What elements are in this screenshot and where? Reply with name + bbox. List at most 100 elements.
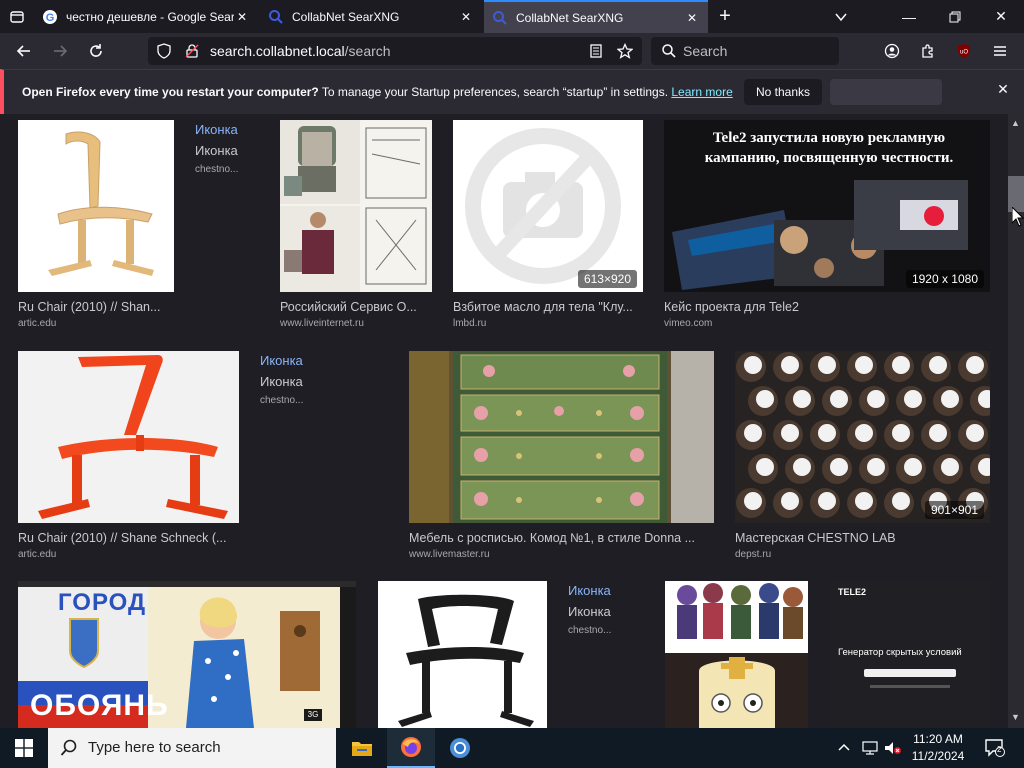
result-caption[interactable]: Ru Chair (2010) // Shan... (18, 300, 258, 314)
star-icon[interactable] (617, 43, 633, 59)
tab-close-icon[interactable]: ✕ (458, 10, 474, 24)
lock-icon (185, 44, 199, 58)
thumbnail-headline: Tele2 запустила новую рекламную кампанию… (704, 130, 954, 166)
tab-collabnet-searxng-2[interactable]: CollabNet SearXNG ✕ (484, 0, 708, 33)
result-caption[interactable]: Взбитое масло для тела "Клу... (453, 300, 643, 314)
result-thumbnail[interactable] (280, 120, 432, 292)
firefox-taskbar-button[interactable] (387, 728, 435, 768)
result-card[interactable]: 613×920 Взбитое масло для тела "Клу... l… (453, 120, 643, 330)
result-badge[interactable]: Иконка (568, 583, 611, 598)
result-thumbnail[interactable]: Tele2 запустила новую рекламную кампанию… (664, 120, 990, 292)
thumbnail-line (870, 685, 950, 688)
account-icon (884, 43, 900, 59)
result-caption[interactable]: Мебель с росписью. Комод №1, в стиле Don… (409, 531, 714, 545)
result-caption[interactable]: Ru Chair (2010) // Shane Schneck (... (18, 531, 258, 545)
windows-taskbar: Type here to search 11:20 AM 11/2/2024 2 (0, 728, 1024, 768)
result-card[interactable]: 901×901 Мастерская CHESTNO LAB depst.ru (735, 351, 990, 561)
network-icon (862, 741, 878, 755)
start-button[interactable] (0, 728, 48, 768)
reader-mode-icon[interactable] (588, 43, 604, 59)
new-tab-button[interactable]: + (712, 0, 738, 33)
result-caption[interactable]: Кейс проекта для Tele2 (664, 300, 990, 314)
scroll-down-icon[interactable]: ▼ (1011, 712, 1020, 722)
result-caption[interactable]: Мастерская CHESTNO LAB (735, 531, 990, 545)
result-thumbnail[interactable] (18, 120, 174, 292)
network-button[interactable] (862, 728, 880, 768)
result-card[interactable]: Мебель с росписью. Комод №1, в стиле Don… (409, 351, 714, 561)
result-thumbnail[interactable] (665, 581, 808, 728)
url-text[interactable]: search.collabnet.local/search (210, 43, 391, 59)
forward-button[interactable] (46, 37, 74, 65)
notification-count: 2 (997, 745, 1002, 754)
result-thumbnail[interactable]: 901×901 (735, 351, 990, 523)
result-badge-source: chestno... (568, 625, 612, 636)
result-thumbnail[interactable]: ГОРОД ОБОЯНЬ 3G (18, 581, 356, 728)
result-source: lmbd.ru (453, 318, 487, 329)
close-icon: ✕ (995, 8, 1007, 24)
account-button[interactable] (878, 37, 906, 65)
result-badge[interactable]: Иконка (195, 122, 238, 137)
result-card[interactable]: TELE2 Генератор скрытых условий (830, 581, 990, 728)
navigation-toolbar: search.collabnet.local/search Search uO (0, 33, 1024, 69)
result-thumbnail[interactable] (409, 351, 714, 523)
tab-close-icon[interactable]: ✕ (684, 11, 700, 25)
result-card[interactable] (665, 581, 808, 728)
tab-google-search[interactable]: G честно дешевле - Google Search ✕ (34, 0, 258, 33)
puzzle-icon (922, 44, 933, 58)
volume-button[interactable] (884, 728, 904, 768)
poster-3g-badge: 3G (307, 710, 319, 719)
svg-text:G: G (46, 12, 55, 24)
folder-icon (352, 742, 372, 756)
restore-button[interactable] (932, 0, 978, 33)
result-card[interactable]: Российский Сервис О... www.liveinternet.… (280, 120, 432, 330)
action-center-button[interactable]: 2 (980, 728, 1010, 768)
result-caption[interactable]: Российский Сервис О... (280, 300, 432, 314)
result-badge[interactable]: Иконка (260, 353, 303, 368)
taskbar-search-box[interactable]: Type here to search (48, 728, 336, 768)
result-thumbnail[interactable] (378, 581, 547, 728)
taskbar-search-placeholder: Type here to search (88, 739, 221, 756)
url-path: /search (344, 43, 391, 59)
tab-overview-button[interactable] (4, 0, 30, 33)
result-thumbnail[interactable]: 613×920 (453, 120, 643, 292)
result-card[interactable]: Tele2 запустила новую рекламную кампанию… (664, 120, 990, 330)
notification-action-button[interactable] (830, 79, 942, 105)
result-resolution: 613×920 (577, 270, 637, 288)
chevron-up-icon (838, 743, 850, 751)
close-window-button[interactable]: ✕ (978, 0, 1024, 33)
scroll-up-icon[interactable]: ▲ (1011, 118, 1020, 128)
file-explorer-button[interactable] (338, 728, 386, 768)
ublock-button[interactable]: uO (950, 37, 978, 65)
tab-close-icon[interactable]: ✕ (234, 10, 250, 24)
result-thumbnail[interactable] (18, 351, 239, 523)
result-card[interactable]: Иконка Иконка chestno... (378, 581, 628, 728)
windows-logo-icon (15, 739, 33, 757)
search-bar[interactable]: Search (651, 37, 839, 65)
menu-button[interactable] (986, 37, 1014, 65)
notification-bold: Open Firefox every time you restart your… (22, 85, 319, 99)
list-all-tabs-button[interactable] (828, 0, 854, 33)
tab-collabnet-searxng-1[interactable]: CollabNet SearXNG ✕ (260, 0, 482, 33)
extensions-button[interactable] (914, 37, 942, 65)
close-notification-icon[interactable]: ✕ (994, 81, 1012, 101)
learn-more-link[interactable]: Learn more (671, 85, 732, 99)
result-thumbnail[interactable]: TELE2 Генератор скрытых условий (830, 581, 990, 728)
result-card[interactable]: Иконка Иконка chestno... Ru Chair (2010)… (18, 351, 318, 561)
result-badge-secondary: Иконка (260, 374, 303, 389)
reload-button[interactable] (82, 37, 110, 65)
result-card[interactable]: ГОРОД ОБОЯНЬ 3G (18, 581, 356, 728)
mouse-pointer-icon (1012, 207, 1024, 227)
back-button[interactable] (10, 37, 38, 65)
chevron-down-icon (835, 13, 847, 21)
result-source: vimeo.com (664, 318, 713, 329)
arrow-left-icon (16, 45, 30, 57)
show-hidden-icons-button[interactable] (838, 728, 856, 768)
chrome-taskbar-button[interactable] (436, 728, 484, 768)
result-side-info: Иконка Иконка chestno... (195, 122, 238, 175)
tab-strip: G честно дешевле - Google Search ✕ Colla… (0, 0, 1024, 33)
minimize-button[interactable]: — (886, 0, 932, 33)
url-bar[interactable]: search.collabnet.local/search (148, 37, 642, 65)
taskbar-clock[interactable]: 11:20 AM 11/2/2024 (906, 731, 970, 765)
no-thanks-button[interactable]: No thanks (744, 79, 822, 105)
result-card[interactable]: Иконка Иконка chestno... Ru Chair (2010)… (18, 120, 258, 330)
